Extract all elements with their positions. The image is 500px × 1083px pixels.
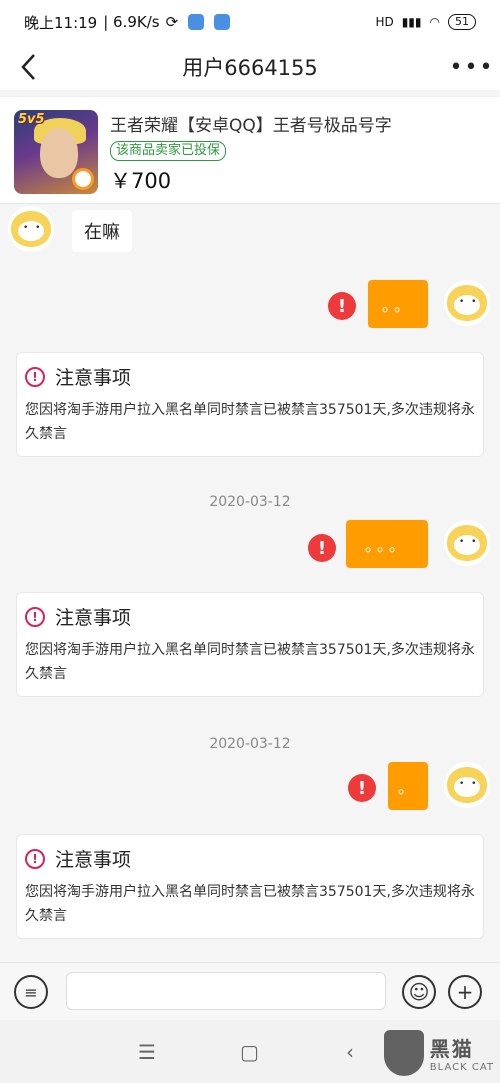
network-app-icon (188, 14, 205, 30)
incoming-message[interactable]: 在嘛 (72, 210, 132, 252)
notice-card: ! 注意事项 您因将淘手游用户拉入黑名单同时禁言已被禁言357501天,多次违规… (16, 834, 484, 939)
signal-icon: ▮▮▮ (401, 15, 422, 29)
recent-apps-icon[interactable]: ☰ (138, 1040, 156, 1064)
seller-avatar[interactable] (8, 206, 54, 252)
sheep-avatar-icon (447, 525, 487, 561)
notice-card: ! 注意事项 您因将淘手游用户拉入黑名单同时禁言已被禁言357501天,多次违规… (16, 352, 484, 457)
my-avatar[interactable] (444, 762, 490, 808)
sync-icon: ⟳ (165, 13, 179, 31)
add-attachment-button[interactable]: + (448, 975, 482, 1009)
sheep-avatar-icon (447, 285, 487, 321)
date-label: 2020-03-12 (209, 494, 291, 510)
smile-icon: ☺ (408, 980, 430, 1004)
back-arrow-icon (21, 54, 35, 80)
watermark-logo: 黑猫 BLACK CAT (383, 1030, 494, 1076)
my-avatar[interactable] (444, 520, 490, 566)
notice-body: 您因将淘手游用户拉入黑名单同时禁言已被禁言357501天,多次违规将永久禁言 (25, 642, 475, 682)
outgoing-message[interactable]: 。 (388, 762, 428, 810)
notice-title: 注意事项 (55, 367, 132, 389)
date-label: 2020-03-12 (209, 736, 291, 752)
outgoing-message[interactable]: 。。 (368, 280, 428, 328)
more-button[interactable]: ••• (444, 44, 500, 90)
more-dots-icon: ••• (449, 54, 495, 80)
nav-bar: 用户6664155 ••• (0, 44, 500, 90)
notice-card: ! 注意事项 您因将淘手游用户拉入黑名单同时禁言已被禁言357501天,多次违规… (16, 592, 484, 697)
signal-label: HD (375, 15, 394, 29)
sheep-avatar-icon (447, 767, 487, 803)
emoji-button[interactable]: ☺ (402, 975, 436, 1009)
watermark-en: BLACK CAT (429, 1062, 494, 1073)
product-image: 5v5 (14, 110, 98, 194)
page-title: 用户6664155 (182, 56, 318, 80)
send-failed-icon[interactable]: ! (308, 534, 336, 562)
tencent-logo-icon (72, 168, 94, 190)
outgoing-message[interactable]: 。。。 (346, 520, 428, 568)
product-title: 王者荣耀【安卓QQ】王者号极品号字 (110, 116, 392, 136)
notice-title: 注意事项 (55, 607, 132, 629)
send-failed-icon[interactable]: ! (328, 292, 356, 320)
send-failed-icon[interactable]: ! (348, 774, 376, 802)
home-icon[interactable]: ▢ (240, 1040, 259, 1064)
product-card[interactable]: 5v5 王者荣耀【安卓QQ】王者号极品号字 该商品卖家已投保 ￥700 (0, 96, 500, 204)
sheep-avatar-icon (11, 211, 51, 247)
alert-icon: ! (25, 848, 45, 869)
plus-icon: + (456, 980, 474, 1004)
alert-icon: ! (25, 366, 45, 387)
lines-icon: ≡ (24, 982, 38, 1002)
cat-shield-icon (383, 1030, 424, 1076)
back-button[interactable] (0, 44, 56, 90)
network-app-icon-2 (214, 14, 231, 30)
status-time: 晚上11:19 (24, 13, 98, 32)
menu-toggle-button[interactable]: ≡ (14, 975, 48, 1009)
my-avatar[interactable] (444, 280, 490, 326)
status-bar: 晚上11:19 | 6.9K/s ⟳ HD ▮▮▮ ◠ 51 (0, 0, 500, 44)
watermark-cn: 黑猫 (429, 1037, 474, 1061)
insured-badge: 该商品卖家已投保 (110, 141, 227, 161)
message-input[interactable] (66, 972, 386, 1010)
product-price: ￥700 (110, 169, 172, 193)
notice-title: 注意事项 (55, 849, 132, 871)
notice-body: 您因将淘手游用户拉入黑名单同时禁言已被禁言357501天,多次违规将永久禁言 (25, 884, 475, 924)
wifi-icon: ◠ (429, 15, 440, 29)
back-nav-icon[interactable]: ‹ (346, 1040, 354, 1064)
battery-indicator: 51 (448, 14, 476, 30)
input-bar: ≡ ☺ + (0, 962, 500, 1020)
notice-body: 您因将淘手游用户拉入黑名单同时禁言已被禁言357501天,多次违规将永久禁言 (25, 402, 475, 442)
alert-icon: ! (25, 606, 45, 627)
status-speed: | 6.9K/s (103, 13, 160, 31)
